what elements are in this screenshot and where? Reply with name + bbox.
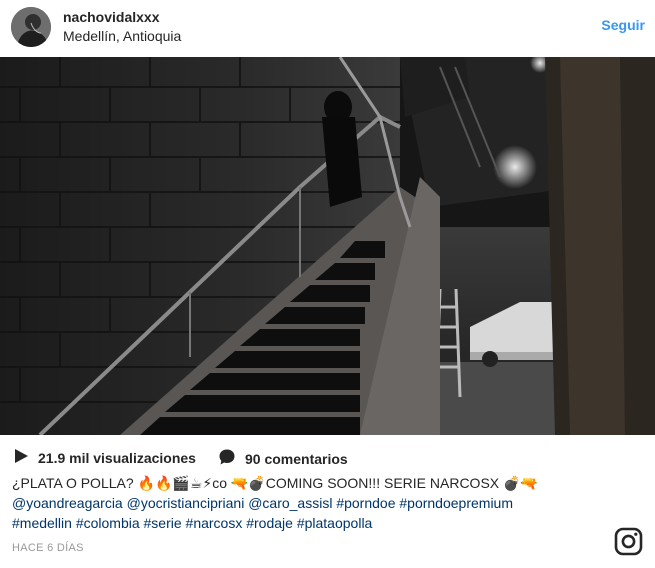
username[interactable]: nachovidalxxx <box>63 9 160 25</box>
post-timestamp[interactable]: HACE 6 DÍAS <box>12 542 84 554</box>
post-video[interactable] <box>0 57 655 435</box>
post-stats: 21.9 mil visualizaciones 90 comentarios <box>0 446 655 468</box>
caption-mentions[interactable]: @yoandreagarcia @yocristiancipriani @car… <box>12 493 612 513</box>
views-count: 21.9 mil visualizaciones <box>38 449 196 466</box>
post-header: nachovidalxxx Medellín, Antioquia Seguir <box>0 0 655 57</box>
avatar[interactable] <box>11 7 51 47</box>
location[interactable]: Medellín, Antioquia <box>63 28 181 44</box>
post-caption: ¿PLATA O POLLA? 🔥🔥🎬☕⚡co 🔫💣COMING SOON!!!… <box>12 473 612 533</box>
follow-button[interactable]: Seguir <box>601 17 645 33</box>
play-icon <box>13 448 29 467</box>
comments-count: 90 comentarios <box>245 450 348 467</box>
caption-hashtags[interactable]: #medellin #colombia #serie #narcosx #rod… <box>12 513 612 533</box>
views-stat: 21.9 mil visualizaciones <box>13 448 196 467</box>
comments-stat[interactable]: 90 comentarios <box>218 448 348 469</box>
caption-line: ¿PLATA O POLLA? 🔥🔥🎬☕⚡co 🔫💣COMING SOON!!!… <box>12 475 538 491</box>
comment-bubble-icon <box>218 448 236 469</box>
instagram-icon[interactable] <box>614 527 643 556</box>
